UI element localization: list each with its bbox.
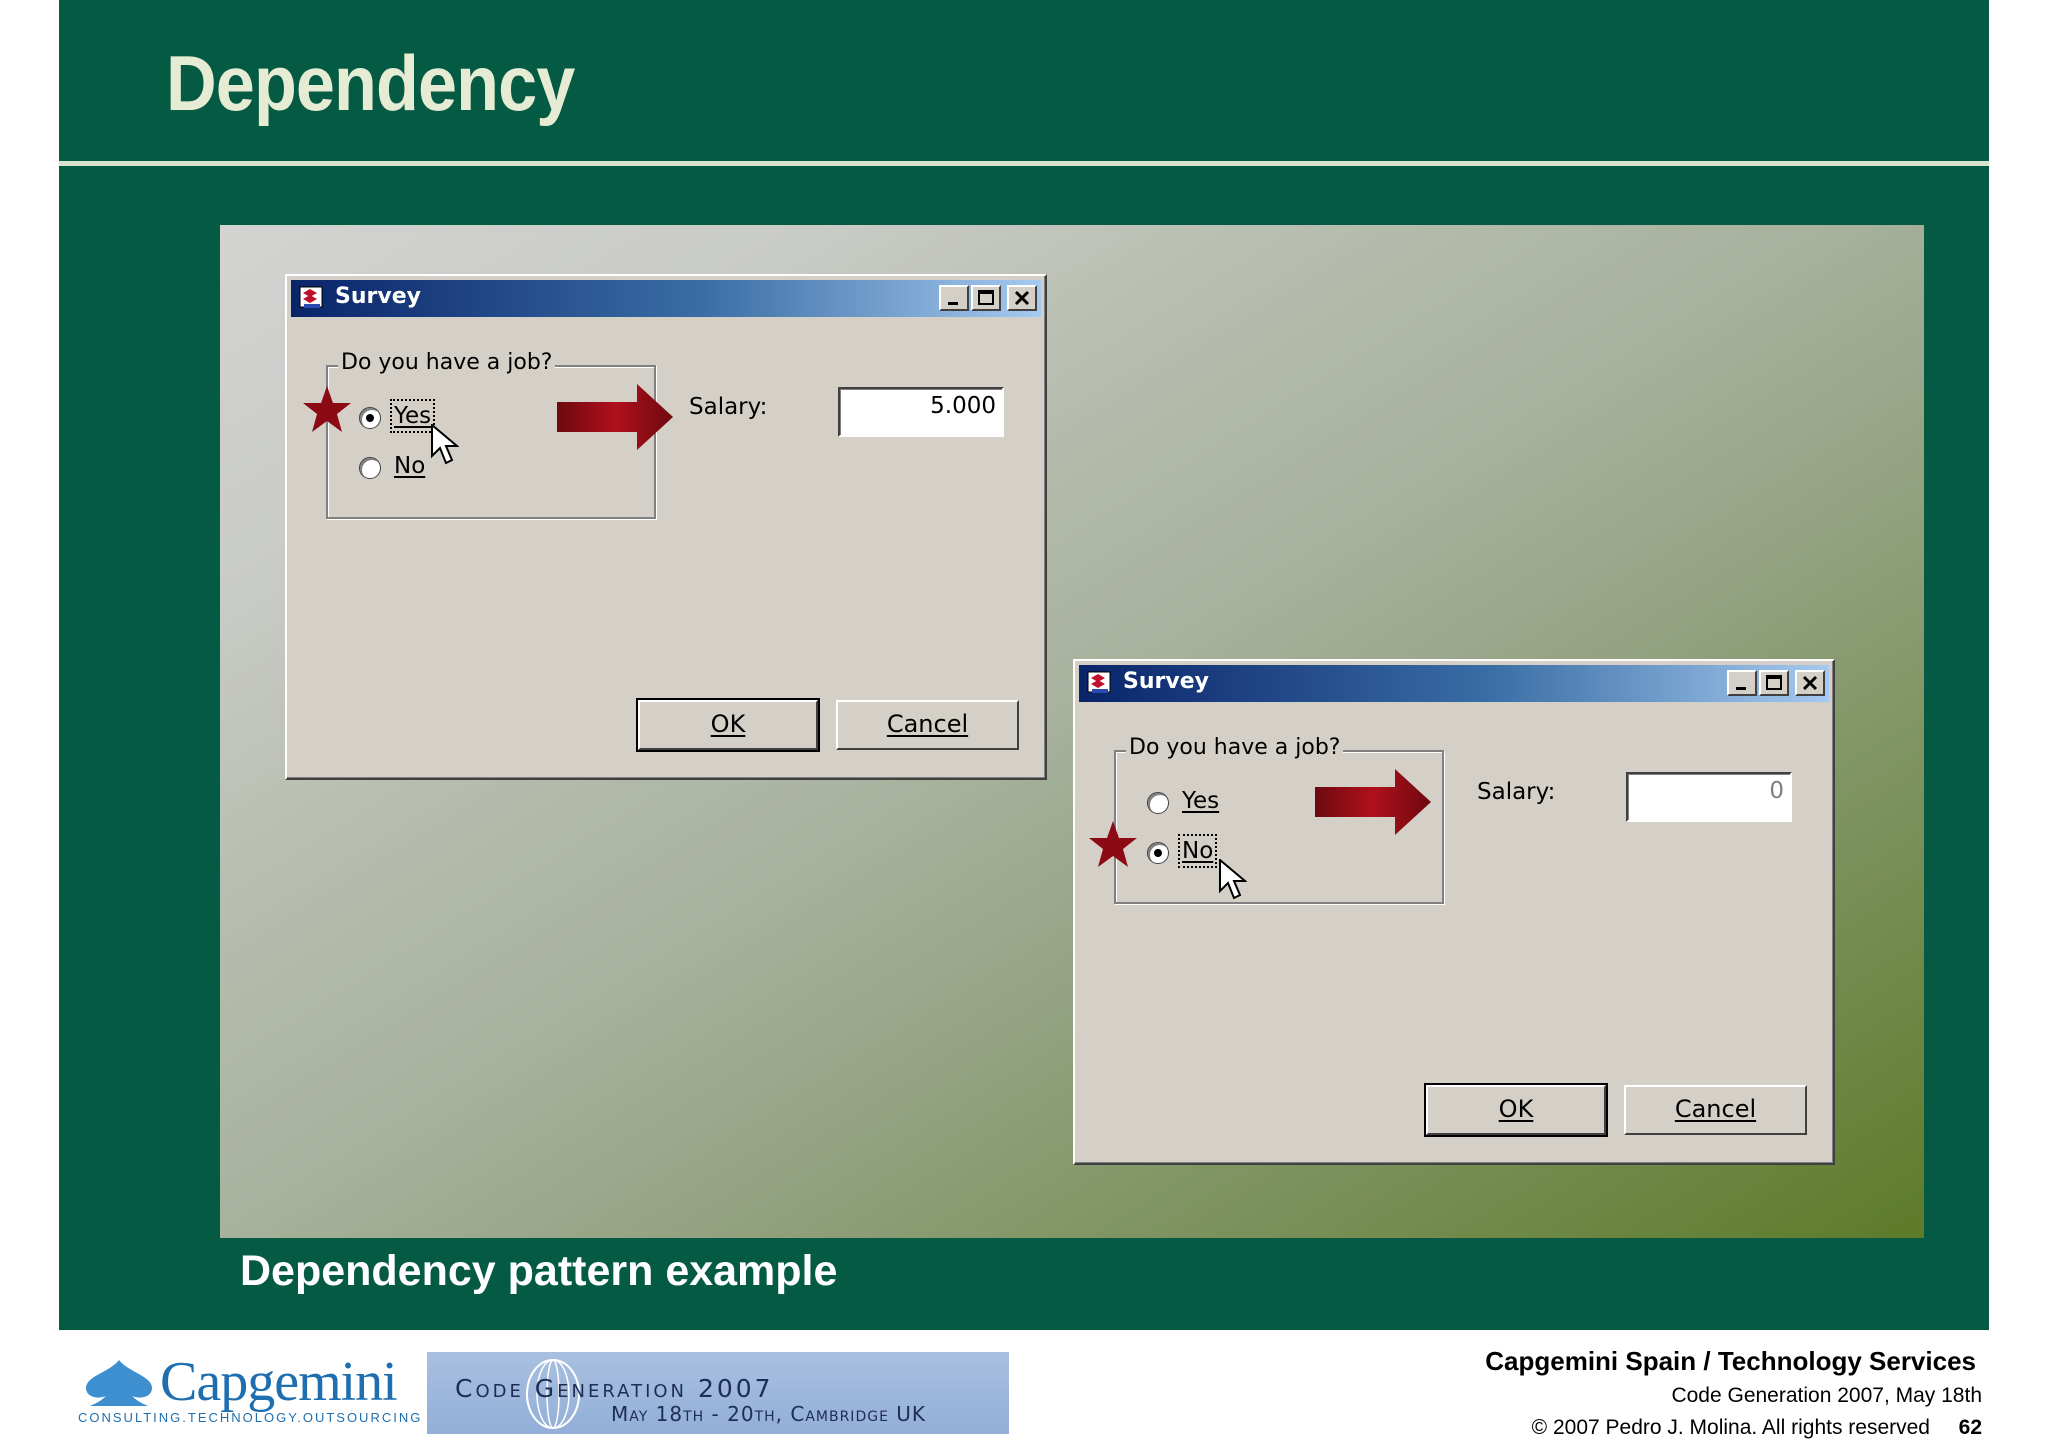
close-icon [1802,675,1818,691]
survey-app-icon [299,286,323,308]
capgemini-wordmark: Capgemini [160,1351,398,1413]
screenshot-panel: Survey Do you have a job? Yes No Salary:… [220,225,1924,1238]
spade-logo-icon [86,1360,152,1406]
cancel-button-label: Cancel [1674,1095,1757,1123]
page-number: 62 [1958,1416,1982,1439]
mouse-cursor-icon [431,424,459,465]
minimize-button[interactable] [939,285,969,311]
job-question-label: Do you have a job? [1126,735,1344,760]
survey-app-icon [1087,671,1111,693]
radio-yes[interactable] [359,407,381,429]
dialog-title: Survey [335,284,421,309]
slide-title: Dependency [166,39,575,127]
minimize-icon [1736,687,1746,690]
dialog-titlebar[interactable]: Survey [291,280,1041,317]
close-icon [1014,290,1030,306]
ok-button-label: OK [710,710,746,738]
arrow-right-icon [557,384,673,450]
radio-yes-label[interactable]: Yes [389,399,436,433]
minimize-icon [948,302,958,305]
arrow-right-icon [1315,769,1431,835]
footer-company: Capgemini Spain / Technology Services [1485,1346,1976,1376]
cancel-button[interactable]: Cancel [1624,1085,1807,1135]
dialog-titlebar[interactable]: Survey [1079,665,1829,702]
radio-yes-label[interactable]: Yes [1182,788,1219,814]
minimize-button[interactable] [1727,670,1757,696]
slide-caption: Dependency pattern example [240,1247,838,1295]
conference-dates: May 18th - 20th, Cambridge UK [611,1402,927,1426]
title-divider [59,161,1989,166]
cancel-button-label: Cancel [886,710,969,738]
radio-no-label[interactable]: No [394,453,425,479]
survey-dialog-yes: Survey Do you have a job? Yes No Salary:… [285,274,1047,780]
ok-button-label: OK [1498,1095,1534,1123]
mouse-cursor-icon [1219,859,1247,900]
survey-dialog-no: Survey Do you have a job? Yes No Salary:… [1073,659,1835,1165]
capgemini-tagline: CONSULTING.TECHNOLOGY.OUTSOURCING [78,1410,423,1425]
star-marker-icon [303,386,351,432]
salary-input[interactable]: 0 [1626,772,1792,822]
salary-label: Salary: [1477,779,1556,805]
cancel-button[interactable]: Cancel [836,700,1019,750]
capgemini-logo: Capgemini CONSULTING.TECHNOLOGY.OUTSOURC… [78,1350,420,1430]
dialog-title: Survey [1123,669,1209,694]
ok-button[interactable]: OK [1424,1083,1608,1137]
salary-input[interactable]: 5.000 [838,387,1004,437]
radio-yes[interactable] [1147,792,1169,814]
maximize-button[interactable] [1759,670,1789,696]
salary-label: Salary: [689,394,768,420]
close-button[interactable] [1795,670,1825,696]
star-marker-icon [1089,821,1137,867]
conference-banner: Code Generation 2007 May 18th - 20th, Ca… [427,1352,1009,1434]
footer-copyright: © 2007 Pedro J. Molina. All rights reser… [1531,1416,1930,1439]
job-question-label: Do you have a job? [338,350,556,375]
maximize-button[interactable] [971,285,1001,311]
maximize-icon [1766,675,1782,690]
footer-event: Code Generation 2007, May 18th [1671,1384,1982,1407]
conference-name: Code Generation 2007 [455,1374,774,1403]
close-button[interactable] [1007,285,1037,311]
ok-button[interactable]: OK [636,698,820,752]
maximize-icon [978,290,994,305]
radio-no[interactable] [1147,842,1169,864]
radio-no[interactable] [359,457,381,479]
radio-no-label[interactable]: No [1177,834,1218,868]
